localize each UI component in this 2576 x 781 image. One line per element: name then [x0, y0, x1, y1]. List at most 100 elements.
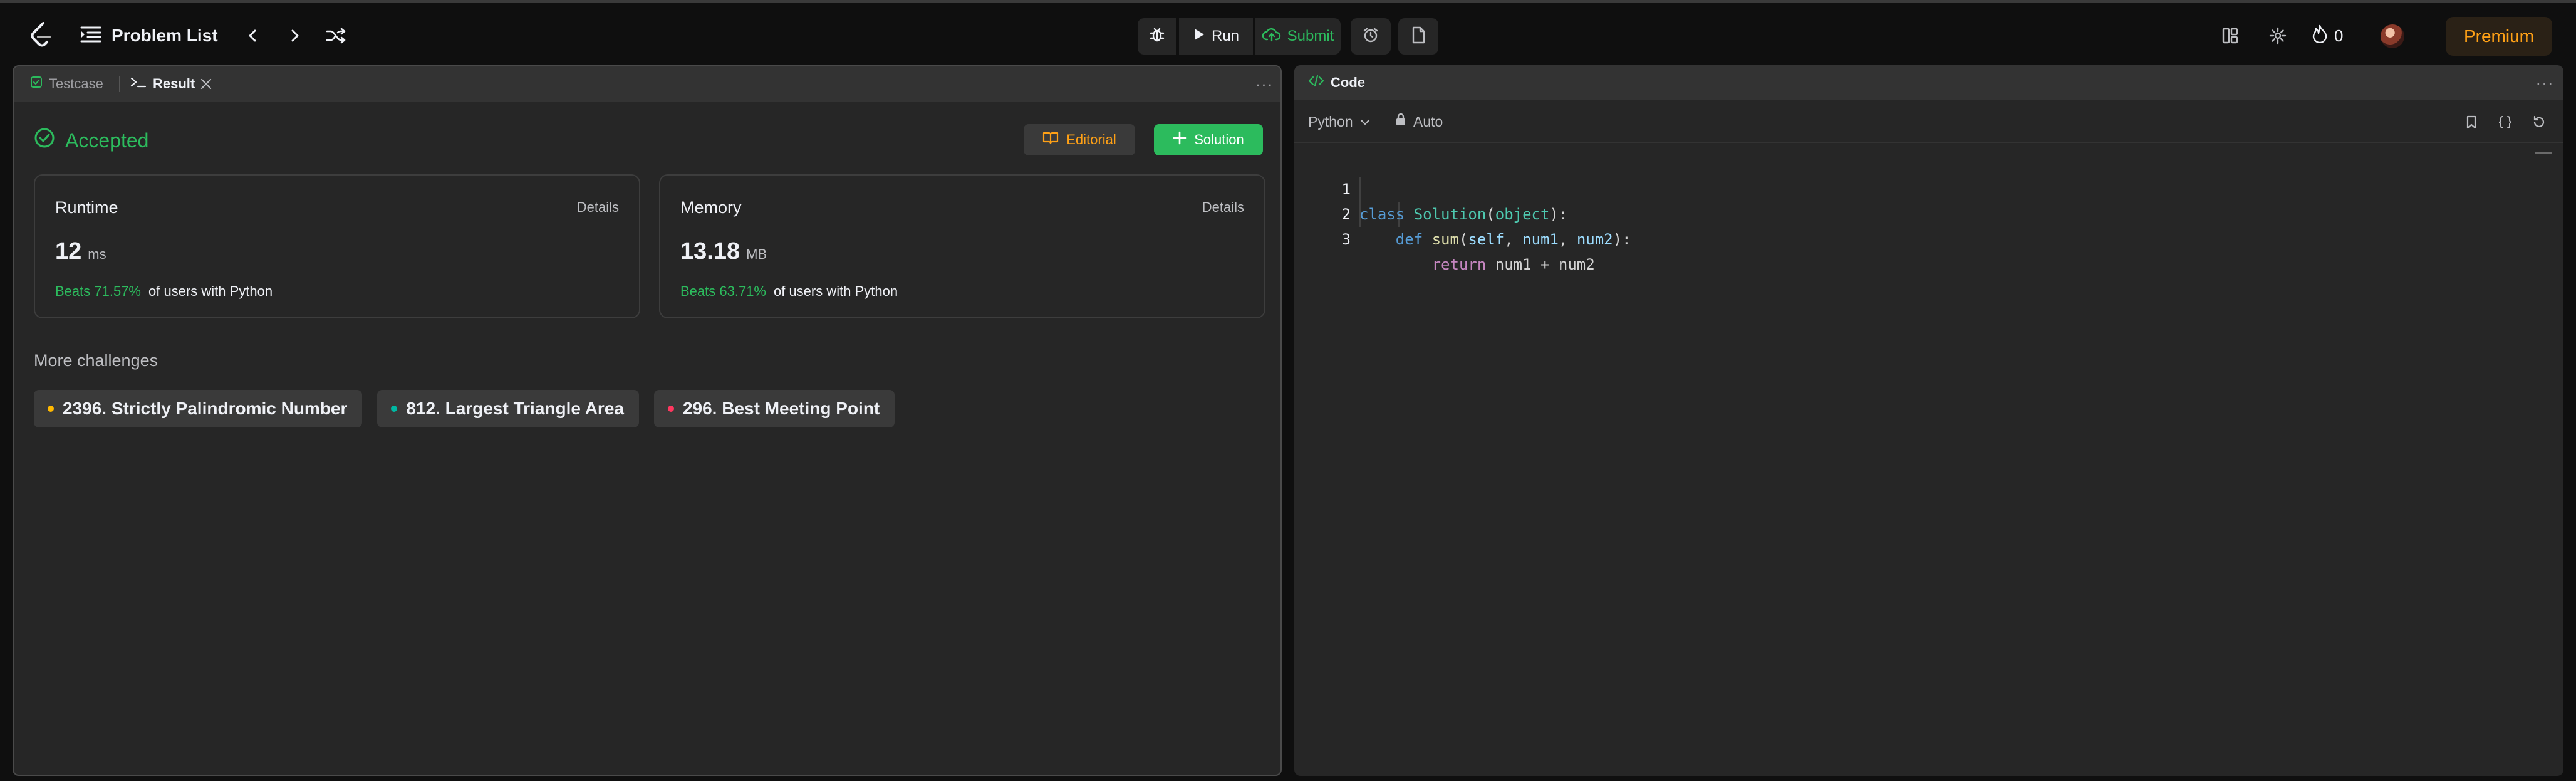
accepted-label: Accepted: [65, 128, 149, 152]
line-number: 3: [1341, 231, 1351, 248]
next-problem-button[interactable]: [281, 22, 308, 50]
code-panel-header: Code ···: [1294, 65, 2563, 100]
challenge-chip[interactable]: 296. Best Meeting Point: [653, 390, 895, 427]
runtime-card[interactable]: Runtime Details 12 ms Beats 71.57% of us…: [34, 174, 640, 318]
code-brackets-icon: [1308, 75, 1324, 91]
close-result-tab-icon[interactable]: [200, 73, 212, 95]
tab-testcase[interactable]: Testcase: [30, 73, 103, 95]
editor-scrollbar[interactable]: [2535, 152, 2552, 154]
editor-toolbar: Python Auto: [1294, 100, 2563, 143]
more-options-icon[interactable]: ···: [1252, 71, 1277, 97]
memory-beats-percent: Beats 63.71%: [680, 283, 766, 299]
memory-card[interactable]: Memory Details 13.18 MB Beats 63.71% of …: [659, 174, 1265, 318]
bookmark-icon[interactable]: [2461, 112, 2482, 133]
bug-icon: [1148, 26, 1166, 48]
code-line-text: def sum(self, num1, num2):: [1395, 231, 1631, 248]
difficulty-dot: [391, 406, 398, 412]
challenge-label: 812. Largest Triangle Area: [406, 399, 624, 418]
leetcode-logo-icon[interactable]: [26, 21, 55, 50]
user-avatar[interactable]: [2381, 24, 2404, 48]
run-button[interactable]: Run: [1179, 18, 1253, 55]
more-challenges-title: More challenges: [34, 351, 158, 370]
memory-title: Memory: [680, 198, 742, 217]
post-solution-button[interactable]: Solution: [1154, 124, 1263, 155]
layout-icon[interactable]: [2216, 22, 2244, 50]
shuffle-icon[interactable]: [322, 22, 350, 50]
format-code-icon[interactable]: [2495, 112, 2516, 133]
book-icon: [1042, 131, 1059, 149]
difficulty-dot: [48, 406, 54, 412]
challenge-label: 296. Best Meeting Point: [682, 399, 880, 418]
runtime-beats: Beats 71.57% of users with Python: [55, 283, 273, 300]
runtime-beats-suffix: of users with Python: [148, 283, 273, 299]
checkbox-icon: [30, 76, 43, 92]
settings-gear-icon[interactable]: [2264, 22, 2292, 50]
memory-beats-suffix: of users with Python: [773, 283, 898, 299]
problem-list-title: Problem List: [112, 26, 218, 45]
streak-count: 0: [2334, 26, 2344, 45]
memory-value: 13.18 MB: [680, 238, 767, 265]
play-icon: [1193, 28, 1205, 46]
tab-code-label: Code: [1331, 75, 1365, 90]
submit-button[interactable]: Submit: [1255, 18, 1341, 55]
run-label: Run: [1211, 28, 1240, 45]
result-panel-header: Testcase Result ···: [14, 66, 1280, 102]
note-icon: [1411, 26, 1425, 47]
challenge-chip[interactable]: 812. Largest Triangle Area: [377, 390, 639, 427]
alarm-clock-icon: [1363, 27, 1379, 46]
code-line-text: return num1 + num2: [1431, 256, 1595, 273]
tab-divider: [119, 76, 120, 92]
result-panel: Testcase Result ··· Accepted Editorial S…: [13, 65, 1282, 776]
more-options-icon[interactable]: ···: [2532, 70, 2557, 95]
runtime-number: 12: [55, 238, 82, 265]
challenge-chip[interactable]: 2396. Strictly Palindromic Number: [34, 390, 363, 427]
lock-icon: [1394, 113, 1407, 130]
submit-label: Submit: [1287, 28, 1334, 45]
debug-button[interactable]: [1138, 18, 1176, 55]
top-nav-bar: Problem List Run Submit 0 Premium: [0, 0, 2576, 65]
problem-list-link[interactable]: Problem List: [80, 22, 218, 50]
premium-button[interactable]: Premium: [2446, 17, 2552, 56]
runtime-details-link[interactable]: Details: [577, 199, 619, 216]
fire-icon: [2312, 24, 2328, 48]
memory-number: 13.18: [680, 238, 740, 265]
language-selector[interactable]: Python: [1308, 112, 1371, 132]
reset-code-icon[interactable]: [2528, 112, 2550, 133]
streak-counter[interactable]: 0: [2312, 22, 2343, 50]
timer-button[interactable]: [1351, 18, 1391, 55]
solution-label: Solution: [1194, 132, 1244, 147]
list-icon: [80, 25, 101, 47]
run-submit-toolbar: Run Submit: [1138, 18, 1341, 55]
accepted-status: Accepted: [34, 124, 148, 157]
code-line: 2 def sum(self, num1, num2):: [1294, 177, 1631, 248]
chevron-down-icon: [1359, 113, 1371, 130]
auto-mode-toggle[interactable]: Auto: [1394, 112, 1443, 132]
tab-testcase-label: Testcase: [49, 76, 103, 92]
code-line: 3 return num1 + num2: [1294, 202, 1595, 273]
code-panel: Code ··· Python Auto 1 class Solution(ob…: [1294, 65, 2563, 776]
difficulty-dot: [667, 406, 674, 412]
runtime-value: 12 ms: [55, 238, 106, 265]
challenge-label: 2396. Strictly Palindromic Number: [63, 399, 348, 418]
language-label: Python: [1308, 113, 1353, 130]
editorial-label: Editorial: [1066, 132, 1116, 147]
auto-mode-label: Auto: [1413, 113, 1443, 130]
tab-result-label: Result: [153, 76, 195, 92]
prev-problem-button[interactable]: [239, 22, 267, 50]
tab-code[interactable]: Code: [1308, 71, 1365, 94]
cloud-upload-icon: [1262, 27, 1281, 46]
more-challenges-list: 2396. Strictly Palindromic Number 812. L…: [34, 390, 895, 427]
runtime-beats-percent: Beats 71.57%: [55, 283, 141, 299]
memory-beats: Beats 63.71% of users with Python: [680, 283, 898, 300]
memory-details-link[interactable]: Details: [1202, 199, 1244, 216]
code-line-text: class Solution(object):: [1359, 206, 1568, 223]
memory-unit: MB: [746, 246, 767, 262]
code-line: 1 class Solution(object):: [1294, 152, 1568, 223]
tab-result[interactable]: Result: [130, 73, 195, 95]
code-editor[interactable]: 1 class Solution(object): 2 def sum(self…: [1294, 152, 1631, 273]
notes-button[interactable]: [1398, 18, 1438, 55]
check-circle-icon: [34, 127, 55, 154]
editorial-button[interactable]: Editorial: [1024, 124, 1135, 155]
runtime-title: Runtime: [55, 198, 118, 217]
terminal-icon: [130, 76, 147, 92]
